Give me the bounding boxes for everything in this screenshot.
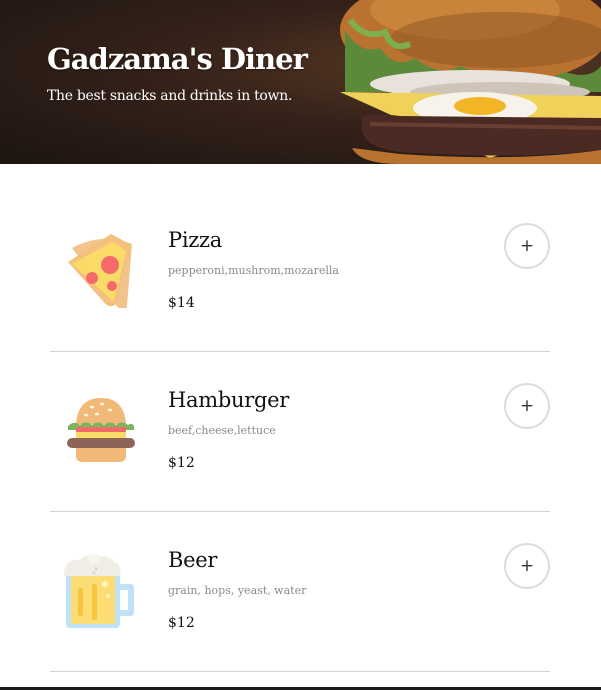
item-price: $12 [168,455,195,471]
item-price: $14 [168,295,195,311]
add-pizza-button[interactable]: + [504,223,550,269]
restaurant-title: Gadzama's Diner [47,42,308,76]
menu-list: Pizza pepperoni,mushrom,mozarella $14 + … [50,192,550,672]
item-price: $12 [168,615,195,631]
item-description: pepperoni,mushrom,mozarella [168,264,339,277]
menu-item-hamburger: Hamburger beef,cheese,lettuce $12 + [50,352,550,512]
item-name: Beer [168,548,218,572]
item-name: Pizza [168,228,222,252]
restaurant-tagline: The best snacks and drinks in town. [47,88,293,104]
pizza-icon [68,234,132,308]
menu-item-beer: Beer grain, hops, yeast, water $12 + [50,512,550,672]
item-description: beef,cheese,lettuce [168,424,276,437]
add-hamburger-button[interactable]: + [504,383,550,429]
item-description: grain, hops, yeast, water [168,584,307,597]
menu-item-pizza: Pizza pepperoni,mushrom,mozarella $14 + [50,192,550,352]
hero-text: Gadzama's Diner The best snacks and drin… [47,40,308,106]
beer-icon [64,554,134,628]
hero-banner: Gadzama's Diner The best snacks and drin… [0,0,601,164]
add-beer-button[interactable]: + [504,543,550,589]
item-name: Hamburger [168,388,289,412]
hamburger-icon [67,398,135,462]
